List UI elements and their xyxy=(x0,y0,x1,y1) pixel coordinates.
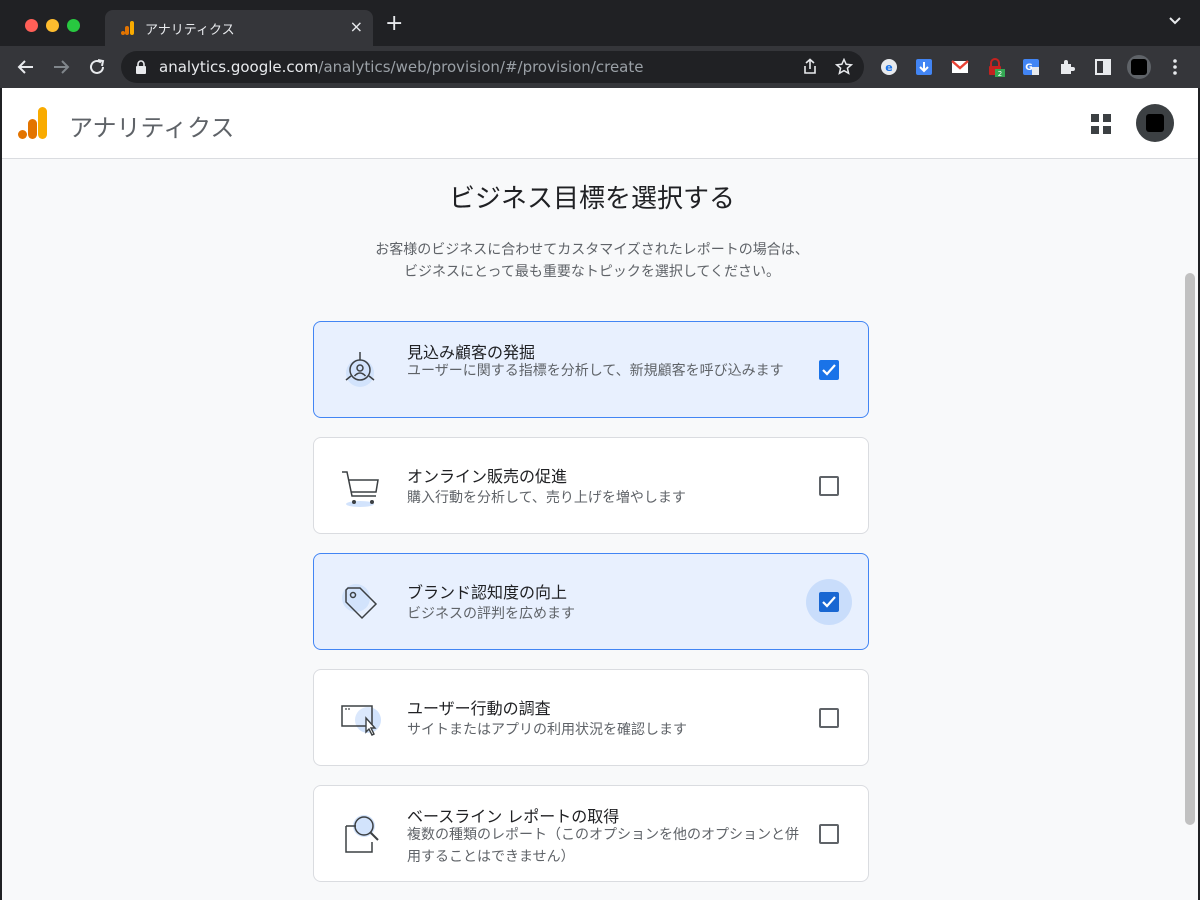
more-vert-icon[interactable] xyxy=(1165,57,1185,77)
option-user-behavior[interactable]: ユーザー行動の調査 サイトまたはアプリの利用状況を確認します xyxy=(313,669,869,766)
account-avatar[interactable] xyxy=(1136,104,1174,142)
option-checkbox[interactable] xyxy=(819,360,839,380)
extension-badge: 2 xyxy=(998,70,1002,77)
download-extension-icon[interactable] xyxy=(914,57,934,77)
option-title: オンライン販売の促進 xyxy=(407,467,568,486)
page-content: アナリティクス ビジネス目標を選択する お客様のビジネスに合わせてカスタマイズさ… xyxy=(2,88,1198,900)
option-checkbox[interactable] xyxy=(819,824,839,844)
option-description: ビジネスの評判を広めます xyxy=(407,606,575,622)
option-checkbox[interactable] xyxy=(819,708,839,728)
url-host: analytics.google.com xyxy=(159,58,319,76)
option-description: ユーザーに関する指標を分析して、新規顧客を呼び込みます xyxy=(407,363,784,379)
option-brand-awareness[interactable]: ブランド認知度の向上 ビジネスの評判を広めます xyxy=(313,553,869,650)
subtext-line-1: お客様のビジネスに合わせてカスタマイズされたレポートの場合は、 xyxy=(375,242,809,258)
browser-toolbar: analytics.google.com/analytics/web/provi… xyxy=(0,46,1200,88)
browser-cursor-icon xyxy=(341,705,381,736)
option-title: ブランド認知度の向上 xyxy=(407,583,568,602)
extension-e-icon[interactable]: e xyxy=(879,57,899,77)
option-description: 複数の種類のレポート（このオプションを他のオプションと併用することはできません） xyxy=(407,827,799,865)
option-description: サイトまたはアプリの利用状況を確認します xyxy=(407,722,687,738)
page-scrollbar[interactable] xyxy=(1185,273,1195,825)
url-text: analytics.google.com/analytics/web/provi… xyxy=(159,58,644,76)
translate-icon[interactable]: G xyxy=(1021,57,1041,77)
close-window-button[interactable] xyxy=(25,19,38,32)
side-panel-icon[interactable] xyxy=(1093,57,1113,77)
lock-icon[interactable] xyxy=(135,60,147,74)
option-title: ユーザー行動の調査 xyxy=(407,699,551,718)
target-user-icon xyxy=(345,352,375,387)
minimize-window-button[interactable] xyxy=(46,19,59,32)
option-checkbox[interactable] xyxy=(819,592,839,612)
url-path: /analytics/web/provision/#/provision/cre… xyxy=(318,58,644,76)
subtext-line-2: ビジネスにとって最も重要なトピックを選択してください。 xyxy=(403,264,781,280)
cart-icon xyxy=(342,471,379,507)
analytics-logo-icon[interactable] xyxy=(18,107,48,139)
app-header: アナリティクス xyxy=(2,88,1198,159)
check-icon xyxy=(822,364,836,376)
page-subtext: お客様のビジネスに合わせてカスタマイズされたレポートの場合は、 ビジネスにとって… xyxy=(2,239,1182,283)
report-search-icon xyxy=(345,815,379,853)
option-description: 購入行動を分析して、売り上げを増やします xyxy=(407,490,686,506)
browser-tab[interactable]: アナリティクス × xyxy=(105,10,373,46)
svg-text:e: e xyxy=(885,61,892,74)
reload-icon[interactable] xyxy=(86,56,108,78)
option-baseline-reports[interactable]: ベースライン レポートの取得 複数の種類のレポート（このオプションを他のオプショ… xyxy=(313,785,869,882)
new-tab-button[interactable]: + xyxy=(385,13,403,35)
app-name: アナリティクス xyxy=(69,114,235,142)
profile-avatar[interactable] xyxy=(1127,55,1151,79)
back-arrow-icon[interactable] xyxy=(15,56,37,78)
browser-titlebar: アナリティクス × + xyxy=(0,0,1200,46)
page-title: ビジネス目標を選択する xyxy=(448,184,735,214)
maximize-window-button[interactable] xyxy=(67,19,80,32)
apps-grid-icon[interactable] xyxy=(1090,113,1112,135)
share-icon[interactable] xyxy=(801,58,819,76)
bookmark-star-icon[interactable] xyxy=(835,58,853,76)
svg-text:G: G xyxy=(1025,63,1032,73)
lock-extension-icon[interactable]: 2 xyxy=(985,57,1005,77)
puzzle-extensions-icon[interactable] xyxy=(1057,57,1077,77)
tab-title: アナリティクス xyxy=(145,23,235,38)
address-bar[interactable]: analytics.google.com/analytics/web/provi… xyxy=(121,51,864,83)
check-icon xyxy=(822,596,836,608)
gmail-icon[interactable] xyxy=(950,57,970,77)
analytics-favicon-icon xyxy=(121,21,134,35)
option-find-customers[interactable]: 見込み顧客の発掘 ユーザーに関する指標を分析して、新規顧客を呼び込みます xyxy=(313,321,869,418)
option-checkbox[interactable] xyxy=(819,476,839,496)
option-online-sales[interactable]: オンライン販売の促進 購入行動を分析して、売り上げを増やします xyxy=(313,437,869,534)
tab-close-icon[interactable]: × xyxy=(350,17,363,36)
chevron-down-icon[interactable] xyxy=(1168,16,1182,26)
forward-arrow-icon[interactable] xyxy=(50,56,72,78)
tag-icon xyxy=(342,584,378,620)
